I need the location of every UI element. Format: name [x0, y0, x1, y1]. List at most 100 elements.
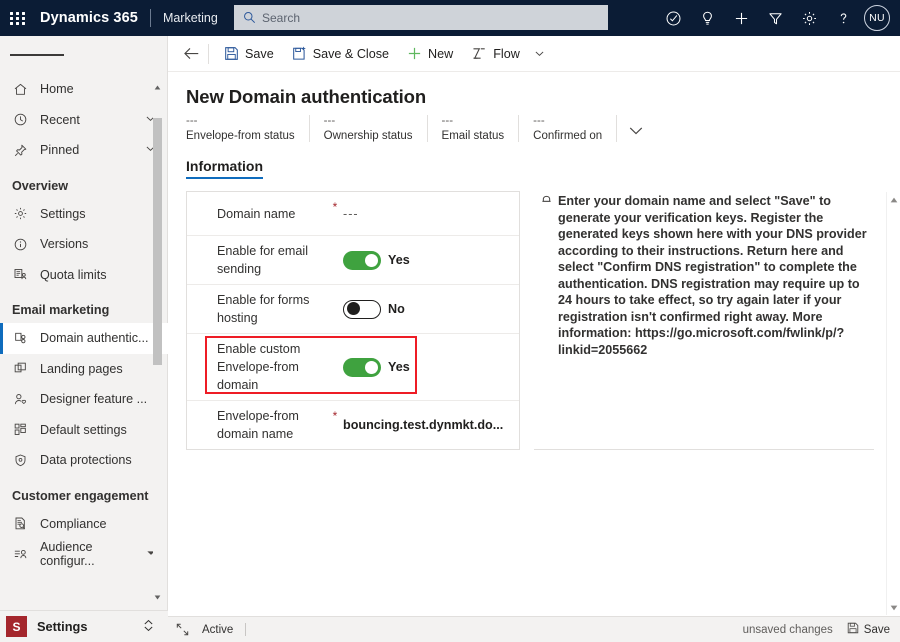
- form-row-enable-for-email-sending: Enable for email sending Yes: [187, 236, 519, 285]
- sidebar-item-versions[interactable]: Versions: [0, 229, 168, 260]
- sidebar-item-domain-authentication[interactable]: Domain authentic...: [0, 323, 168, 354]
- field-label: Enable for forms hosting: [217, 293, 310, 325]
- sidebar-group-title: Customer engagement: [12, 488, 149, 503]
- sidebar-item-label: Home: [40, 82, 74, 97]
- sidebar-footer-settings[interactable]: S Settings: [0, 610, 168, 642]
- hamburger-menu-icon[interactable]: [0, 36, 167, 74]
- save-icon: [847, 622, 864, 637]
- sidebar-item-label: Compliance: [40, 516, 107, 531]
- form-status-bar: Active unsaved changes Save: [168, 616, 900, 642]
- pages-icon: [10, 360, 30, 378]
- user-avatar[interactable]: NU: [864, 5, 890, 31]
- save-and-close-button[interactable]: Save & Close: [283, 39, 398, 69]
- trial-check-icon[interactable]: [656, 0, 690, 36]
- status-value: ---: [533, 115, 545, 127]
- record-status-strip: --- Envelope-from status --- Ownership s…: [186, 115, 900, 142]
- new-button[interactable]: New: [398, 39, 462, 69]
- status-label: Email status: [441, 130, 505, 142]
- toggle-state-label: No: [388, 302, 405, 316]
- sidebar-item-default-settings[interactable]: Default settings: [0, 415, 168, 446]
- envelope-from-domain-name-value[interactable]: bouncing.test.dynmkt.do...: [343, 418, 519, 432]
- record-state-label: Active: [202, 623, 234, 636]
- shield-icon: [10, 451, 30, 469]
- flow-icon: [471, 46, 487, 61]
- settings-app-tile: S: [6, 616, 27, 637]
- status-cell-ownership: --- Ownership status: [310, 115, 428, 142]
- status-expand-chevron-down-icon[interactable]: [627, 124, 645, 140]
- command-overflow-chevron-down-icon[interactable]: [529, 39, 551, 69]
- dynamics365-window: Dynamics 365 Marketing Search NU Home Re…: [0, 0, 900, 642]
- quota-icon: [10, 266, 30, 284]
- toggle-cell: No: [343, 299, 519, 319]
- form-row-domain-name: Domain name * ---: [187, 192, 519, 236]
- sidebar-item-label: Data protections: [40, 453, 132, 468]
- sidebar-item-label: Versions: [40, 237, 89, 252]
- enable-custom-envelope-from-domain-toggle[interactable]: [343, 357, 381, 377]
- sidebar-scrollbar[interactable]: [152, 82, 163, 602]
- filter-icon[interactable]: [758, 0, 792, 36]
- sidebar-item-pinned[interactable]: Pinned: [0, 135, 168, 166]
- sidebar-item-label: Domain authentic...: [40, 331, 149, 346]
- info-circle-icon: [10, 235, 30, 253]
- domain-name-value[interactable]: ---: [343, 207, 519, 221]
- tab-label: Information: [186, 158, 263, 174]
- sidebar-item-compliance[interactable]: Compliance: [0, 509, 168, 540]
- page-scroll-down-arrow-icon[interactable]: [889, 602, 899, 613]
- lock-icon: [540, 195, 553, 443]
- sidebar-item-designer-feature[interactable]: Designer feature ...: [0, 384, 168, 415]
- form-row-enable-custom-envelope-from-domain: Enable custom Envelope-from domain Yes: [187, 334, 519, 401]
- back-arrow-icon[interactable]: [176, 39, 206, 69]
- question-icon[interactable]: [826, 0, 860, 36]
- enable-for-email-sending-toggle[interactable]: [343, 250, 381, 270]
- header-divider: [149, 9, 151, 27]
- field-label: Envelope-from domain name: [217, 409, 299, 441]
- plus-icon[interactable]: [724, 0, 758, 36]
- brand-title: Dynamics 365: [40, 10, 138, 26]
- sidebar-item-audience-configuration[interactable]: Audience configur...: [0, 539, 168, 570]
- top-navigation-bar: Dynamics 365 Marketing Search NU: [0, 0, 900, 36]
- status-cell-confirmed-on: --- Confirmed on: [519, 115, 618, 142]
- flow-button[interactable]: Flow: [462, 39, 529, 69]
- tab-information[interactable]: Information: [186, 158, 263, 179]
- save-button[interactable]: Save: [215, 39, 283, 69]
- field-label: Domain name: [217, 206, 296, 221]
- gear-icon[interactable]: [792, 0, 826, 36]
- sidebar-item-label: Pinned: [40, 143, 80, 158]
- chevron-updown-icon[interactable]: [143, 619, 154, 635]
- form-tabs: Information: [186, 158, 900, 179]
- toggle-state-label: Yes: [388, 360, 410, 374]
- home-icon: [10, 80, 30, 98]
- sidebar-item-settings[interactable]: Settings: [0, 199, 168, 230]
- save-button-label: Save: [245, 46, 274, 61]
- enable-for-forms-hosting-toggle[interactable]: [343, 299, 381, 319]
- sidebar-item-label: Designer feature ...: [40, 392, 148, 407]
- page-header: New Domain authentication --- Envelope-f…: [168, 72, 900, 142]
- status-bar-divider: [245, 623, 247, 636]
- search-input[interactable]: Search: [234, 5, 608, 30]
- sidebar-item-quota-limits[interactable]: Quota limits: [0, 260, 168, 291]
- field-label: Enable custom Envelope-from domain: [217, 342, 301, 392]
- pin-icon: [10, 141, 30, 159]
- sidebar-item-landing-pages[interactable]: Landing pages: [0, 354, 168, 385]
- save-close-icon: [292, 46, 307, 61]
- scroll-up-arrow-icon[interactable]: [153, 82, 162, 92]
- gear-icon: [10, 205, 30, 223]
- page-scroll-up-arrow-icon[interactable]: [889, 194, 899, 205]
- app-name: Marketing: [162, 11, 218, 25]
- toggle-cell: Yes: [343, 250, 519, 270]
- app-launcher-waffle-icon[interactable]: [0, 0, 36, 36]
- expand-icon[interactable]: [168, 623, 196, 636]
- scroll-down-arrow-icon[interactable]: [153, 592, 162, 602]
- lightbulb-icon[interactable]: [690, 0, 724, 36]
- sidebar-item-data-protections[interactable]: Data protections: [0, 445, 168, 476]
- status-value: ---: [186, 115, 198, 127]
- form-row-envelope-from-domain-name: Envelope-from domain name * bouncing.tes…: [187, 401, 519, 449]
- sidebar-item-home[interactable]: Home: [0, 74, 168, 105]
- person-heart-icon: [10, 390, 30, 408]
- plus-icon: [407, 46, 422, 61]
- sidebar-scrollbar-thumb[interactable]: [153, 118, 162, 365]
- clock-icon: [10, 111, 30, 129]
- sidebar-item-recent[interactable]: Recent: [0, 105, 168, 136]
- status-bar-save-button[interactable]: Save: [847, 622, 890, 637]
- page-scrollbar[interactable]: [886, 192, 900, 615]
